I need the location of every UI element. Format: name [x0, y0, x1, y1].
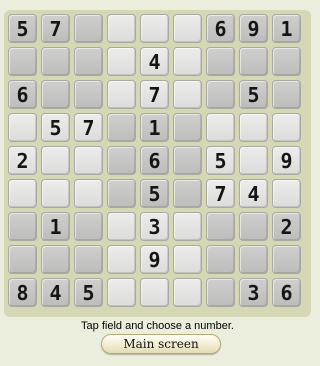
sudoku-cell-r1c7[interactable]: 6	[206, 14, 235, 43]
sudoku-cell-r9c7[interactable]	[206, 278, 235, 307]
sudoku-cell-r3c5[interactable]: 7	[140, 80, 169, 109]
sudoku-cell-r2c6[interactable]	[173, 47, 202, 76]
sudoku-cell-r1c3[interactable]	[74, 14, 103, 43]
sudoku-cell-r7c3[interactable]	[74, 212, 103, 241]
sudoku-cell-r8c2[interactable]	[41, 245, 70, 274]
sudoku-cell-r6c4[interactable]	[107, 179, 136, 208]
sudoku-cell-r4c8[interactable]	[239, 113, 268, 142]
sudoku-cell-r6c6[interactable]	[173, 179, 202, 208]
sudoku-cell-r1c2[interactable]: 7	[41, 14, 70, 43]
sudoku-cell-r9c3[interactable]: 5	[74, 278, 103, 307]
sudoku-cell-r2c4[interactable]	[107, 47, 136, 76]
sudoku-cell-r5c3[interactable]	[74, 146, 103, 175]
sudoku-cell-r2c7[interactable]	[206, 47, 235, 76]
sudoku-cell-r4c3[interactable]: 7	[74, 113, 103, 142]
sudoku-cell-r4c6[interactable]	[173, 113, 202, 142]
sudoku-cell-r2c2[interactable]	[41, 47, 70, 76]
sudoku-cell-r5c9[interactable]: 9	[272, 146, 301, 175]
sudoku-cell-r6c9[interactable]	[272, 179, 301, 208]
sudoku-cell-r6c7[interactable]: 7	[206, 179, 235, 208]
sudoku-cell-r9c2[interactable]: 4	[41, 278, 70, 307]
sudoku-cell-r1c9[interactable]: 1	[272, 14, 301, 43]
sudoku-cell-r9c9[interactable]: 6	[272, 278, 301, 307]
main-screen-button[interactable]: Main screen	[101, 334, 221, 354]
sudoku-cell-r3c8[interactable]: 5	[239, 80, 268, 109]
sudoku-cell-r1c1[interactable]: 5	[8, 14, 37, 43]
sudoku-cell-r8c9[interactable]	[272, 245, 301, 274]
sudoku-cell-r7c7[interactable]	[206, 212, 235, 241]
sudoku-cell-r9c8[interactable]: 3	[239, 278, 268, 307]
sudoku-cell-r3c2[interactable]	[41, 80, 70, 109]
sudoku-cell-r3c6[interactable]	[173, 80, 202, 109]
sudoku-cell-r7c8[interactable]	[239, 212, 268, 241]
sudoku-cell-r7c2[interactable]: 1	[41, 212, 70, 241]
sudoku-cell-r2c9[interactable]	[272, 47, 301, 76]
sudoku-cell-r9c5[interactable]	[140, 278, 169, 307]
sudoku-cell-r3c7[interactable]	[206, 80, 235, 109]
sudoku-cell-r8c1[interactable]	[8, 245, 37, 274]
sudoku-cell-r1c4[interactable]	[107, 14, 136, 43]
sudoku-cell-r9c4[interactable]	[107, 278, 136, 307]
sudoku-cell-r5c8[interactable]	[239, 146, 268, 175]
sudoku-cell-r1c6[interactable]	[173, 14, 202, 43]
sudoku-cell-r9c6[interactable]	[173, 278, 202, 307]
sudoku-cell-r3c9[interactable]	[272, 80, 301, 109]
sudoku-cell-r8c4[interactable]	[107, 245, 136, 274]
sudoku-cell-r4c4[interactable]	[107, 113, 136, 142]
sudoku-cell-r6c3[interactable]	[74, 179, 103, 208]
instruction-text: Tap field and choose a number.	[81, 320, 234, 332]
sudoku-cell-r3c4[interactable]	[107, 80, 136, 109]
sudoku-cell-r4c2[interactable]: 5	[41, 113, 70, 142]
sudoku-cell-r5c2[interactable]	[41, 146, 70, 175]
sudoku-cell-r7c1[interactable]	[8, 212, 37, 241]
sudoku-cell-r5c1[interactable]: 2	[8, 146, 37, 175]
sudoku-cell-r5c6[interactable]	[173, 146, 202, 175]
sudoku-board: 5769146755712659574132984536	[4, 10, 311, 317]
sudoku-cell-r3c1[interactable]: 6	[8, 80, 37, 109]
sudoku-cell-r5c7[interactable]: 5	[206, 146, 235, 175]
sudoku-cell-r1c8[interactable]: 9	[239, 14, 268, 43]
sudoku-cell-r6c2[interactable]	[41, 179, 70, 208]
sudoku-cell-r5c4[interactable]	[107, 146, 136, 175]
sudoku-cell-r2c3[interactable]	[74, 47, 103, 76]
sudoku-cell-r8c8[interactable]	[239, 245, 268, 274]
sudoku-cell-r2c5[interactable]: 4	[140, 47, 169, 76]
sudoku-cell-r8c7[interactable]	[206, 245, 235, 274]
sudoku-cell-r2c1[interactable]	[8, 47, 37, 76]
sudoku-cell-r2c8[interactable]	[239, 47, 268, 76]
sudoku-cell-r8c6[interactable]	[173, 245, 202, 274]
sudoku-cell-r7c5[interactable]: 3	[140, 212, 169, 241]
sudoku-cell-r1c5[interactable]	[140, 14, 169, 43]
sudoku-cell-r4c9[interactable]	[272, 113, 301, 142]
sudoku-cell-r8c5[interactable]: 9	[140, 245, 169, 274]
sudoku-cell-r4c5[interactable]: 1	[140, 113, 169, 142]
sudoku-cell-r4c7[interactable]	[206, 113, 235, 142]
sudoku-cell-r4c1[interactable]	[8, 113, 37, 142]
sudoku-cell-r9c1[interactable]: 8	[8, 278, 37, 307]
sudoku-cell-r7c6[interactable]	[173, 212, 202, 241]
sudoku-cell-r3c3[interactable]	[74, 80, 103, 109]
sudoku-cell-r7c9[interactable]: 2	[272, 212, 301, 241]
sudoku-cell-r6c1[interactable]	[8, 179, 37, 208]
sudoku-cell-r6c8[interactable]: 4	[239, 179, 268, 208]
sudoku-cell-r8c3[interactable]	[74, 245, 103, 274]
sudoku-cell-r7c4[interactable]	[107, 212, 136, 241]
sudoku-cell-r5c5[interactable]: 6	[140, 146, 169, 175]
sudoku-cell-r6c5[interactable]: 5	[140, 179, 169, 208]
